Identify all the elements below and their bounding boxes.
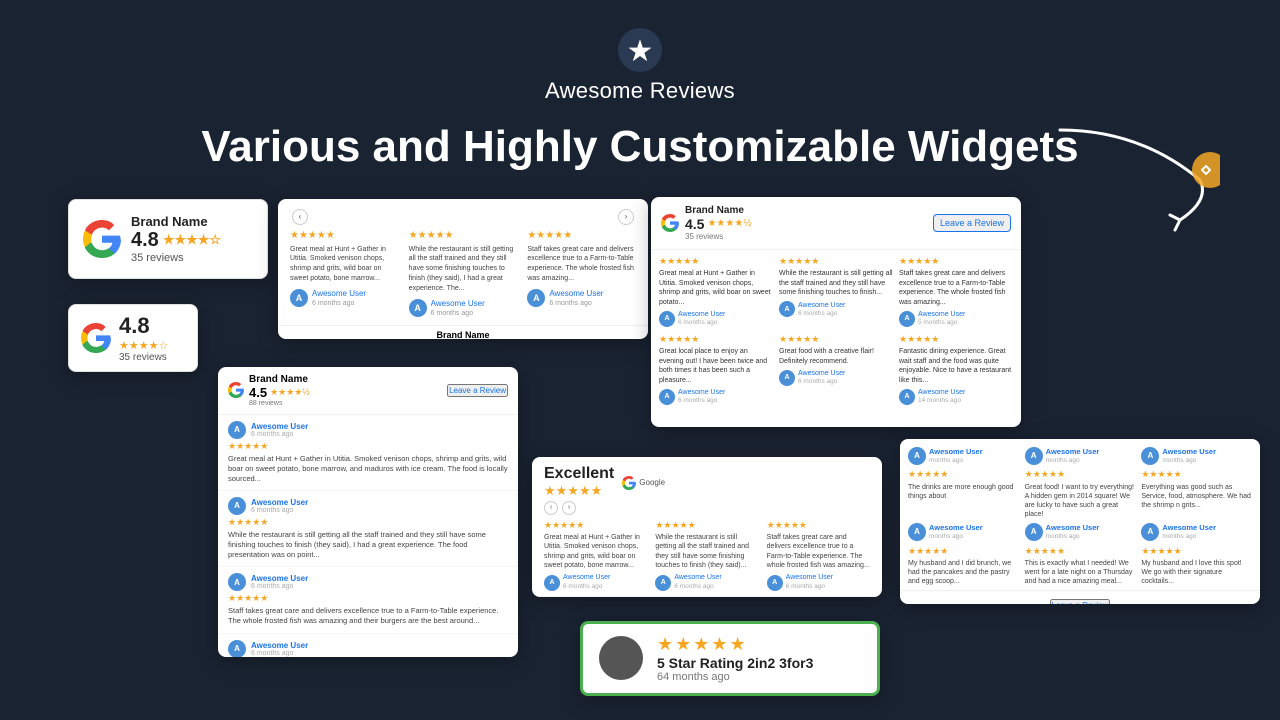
google-logo (83, 220, 121, 258)
carousel-inner: ‹ › ★★★★★ Great meal at Hunt + Gather in… (278, 199, 648, 325)
wide-review-3: A Awesome User months ago ★★★★★ My husba… (908, 523, 1019, 586)
single-info: ★★★★★ 5 Star Rating 2in2 3for3 64 months… (657, 634, 861, 683)
leave-review-btn[interactable]: Leave a Review (933, 214, 1011, 232)
user-name-0: Awesome User (312, 288, 366, 299)
horiz-google-logo (622, 476, 636, 490)
user-avatar-0: A (290, 289, 308, 307)
list-brand: Brand Name 4.5 ★★★★½ 88 reviews (228, 374, 310, 407)
user-time-0: 6 months ago (312, 299, 366, 309)
mini-rating-info: 4.8 ★★★★☆ 35 reviews (119, 313, 168, 363)
list-item-2: A Awesome User 6 months ago ★★★★★ Staff … (218, 567, 518, 633)
user-time-2: 6 months ago (549, 299, 603, 309)
user-name-2: Awesome User (549, 288, 603, 299)
user-avatar-2: A (527, 289, 545, 307)
single-avatar (599, 636, 643, 680)
carousel-nav: ‹ › (290, 209, 636, 225)
list-google-logo (228, 382, 244, 398)
mini-reviews: 35 reviews (119, 352, 168, 363)
grid-widget: Brand Name 4.5 ★★★★½ 35 reviews Leave a … (651, 197, 1021, 427)
list-avatar-3: A (228, 640, 246, 657)
wide-reviews-row2: A Awesome User months ago ★★★★★ My husba… (900, 523, 1260, 590)
grid-reviews: ★★★★★ Great meal at Hunt + Gather in Uti… (651, 250, 1021, 412)
horizontal-carousel-widget: Excellent ★★★★★ Google ‹ › (532, 457, 882, 597)
wide-review-2: A Awesome User months ago ★★★★★ Everythi… (1141, 447, 1252, 519)
grid-google-logo (661, 214, 679, 232)
widgets-area: Brand Name 4.8 ★★★★☆ 35 reviews 4.8 ★★★★… (0, 189, 1280, 669)
horiz-review-0: ★★★★★ Great meal at Hunt + Gather in Uti… (544, 519, 647, 592)
mini-badge-widget: 4.8 ★★★★☆ 35 reviews (68, 304, 198, 372)
horiz-prev[interactable]: ‹ (544, 501, 558, 515)
horiz-next[interactable]: › (562, 501, 576, 515)
brand-name: Brand Name (131, 214, 221, 229)
carousel-prev[interactable]: ‹ (292, 209, 308, 225)
list-header: Brand Name 4.5 ★★★★½ 88 reviews Leave a … (218, 367, 518, 415)
badge-rating: 4.8 ★★★★☆ (131, 229, 221, 252)
grid-review-5: ★★★★★ Fantastic dining experience. Great… (899, 334, 1013, 406)
review-text-1: While the restaurant is still getting al… (409, 245, 518, 294)
carousel-brand-name: Brand Name (282, 330, 644, 339)
review-user-2: A Awesome User 6 months ago (527, 288, 636, 309)
grid-review-1: ★★★★★ While the restaurant is still gett… (779, 256, 893, 328)
mini-stars: ★★★★☆ (119, 339, 168, 352)
wide-horizontal-widget: A Awesome User months ago ★★★★★ The drin… (900, 439, 1260, 604)
carousel-review-0: ★★★★★ Great meal at Hunt + Gather in Uti… (290, 229, 399, 319)
single-label: 5 Star Rating 2in2 3for3 (657, 655, 861, 671)
wide-review-1: A Awesome User months ago ★★★★★ Great fo… (1025, 447, 1136, 519)
mini-rating: 4.8 (119, 313, 168, 339)
carousel-next[interactable]: › (618, 209, 634, 225)
review-text-0: Great meal at Hunt + Gather in Utitia. S… (290, 245, 399, 284)
wide-reviews: A Awesome User months ago ★★★★★ The drin… (900, 439, 1260, 523)
grid-brand-info: Brand Name 4.5 ★★★★½ 35 reviews (661, 205, 752, 241)
single-stars: ★★★★★ (657, 634, 861, 655)
carousel-review-1: ★★★★★ While the restaurant is still gett… (409, 229, 518, 319)
review-stars-0: ★★★★★ (290, 229, 399, 243)
header: Awesome Reviews (0, 0, 1280, 104)
review-stars-1: ★★★★★ (409, 229, 518, 243)
list-leave-review-btn[interactable]: Leave a Review (447, 384, 508, 397)
list-avatar-0: A (228, 421, 246, 439)
badge-stars: ★★★★☆ (163, 232, 221, 248)
grid-review-4: ★★★★★ Great food with a creative flair! … (779, 334, 893, 406)
list-avatar-2: A (228, 573, 246, 591)
badge-reviews: 35 reviews (131, 252, 221, 264)
horiz-review-1: ★★★★★ While the restaurant is still gett… (655, 519, 758, 592)
brand-badge-widget: Brand Name 4.8 ★★★★☆ 35 reviews (68, 199, 268, 279)
list-item-3: A Awesome User 6 months ago ★★★★ Great l… (218, 634, 518, 657)
horiz-review-2: ★★★★★ Staff takes great care and deliver… (767, 519, 870, 592)
wide-review-5: A Awesome User months ago ★★★★★ My husba… (1141, 523, 1252, 586)
grid-review-0: ★★★★★ Great meal at Hunt + Gather in Uti… (659, 256, 773, 328)
single-time: 64 months ago (657, 671, 861, 683)
review-text-2: Staff takes great care and delivers exce… (527, 245, 636, 284)
app-title: Awesome Reviews (545, 78, 735, 104)
star-icon (618, 28, 662, 72)
wide-footer: Leave a Review (900, 590, 1260, 603)
grid-brand-name: Brand Name 4.5 ★★★★½ 35 reviews (685, 205, 752, 241)
wide-leave-review-btn[interactable]: Leave a Review (1050, 599, 1111, 603)
carousel-reviews: ★★★★★ Great meal at Hunt + Gather in Uti… (290, 229, 636, 319)
mini-google-logo (81, 323, 111, 353)
list-item-0: A Awesome User 6 months ago ★★★★★ Great … (218, 415, 518, 491)
grid-header: Brand Name 4.5 ★★★★½ 35 reviews Leave a … (651, 197, 1021, 250)
wide-review-0: A Awesome User months ago ★★★★★ The drin… (908, 447, 1019, 519)
user-time-1: 6 months ago (431, 309, 485, 319)
wide-review-4: A Awesome User months ago ★★★★★ This is … (1025, 523, 1136, 586)
grid-review-2: ★★★★★ Staff takes great care and deliver… (899, 256, 1013, 328)
horiz-header: Excellent ★★★★★ Google ‹ › (532, 457, 882, 519)
list-widget: Brand Name 4.5 ★★★★½ 88 reviews Leave a … (218, 367, 518, 657)
review-user-1: A Awesome User 6 months ago (409, 298, 518, 319)
grid-review-3: ★★★★★ Great local place to enjoy an even… (659, 334, 773, 406)
list-avatar-1: A (228, 497, 246, 515)
single-review-widget: ★★★★★ 5 Star Rating 2in2 3for3 64 months… (580, 621, 880, 696)
review-stars-2: ★★★★★ (527, 229, 636, 243)
horiz-reviews: ★★★★★ Great meal at Hunt + Gather in Uti… (532, 519, 882, 592)
user-name-1: Awesome User (431, 298, 485, 309)
carousel-footer: Brand Name ★★★★★ 108 reviews powered by … (278, 325, 648, 339)
carousel-widget: ‹ › ★★★★★ Great meal at Hunt + Gather in… (278, 199, 648, 339)
carousel-review-2: ★★★★★ Staff takes great care and deliver… (527, 229, 636, 319)
user-avatar-1: A (409, 299, 427, 317)
horiz-footer: Leave a Review (532, 596, 882, 597)
review-user-0: A Awesome User 6 months ago (290, 288, 399, 309)
list-item-1: A Awesome User 6 months ago ★★★★★ While … (218, 491, 518, 567)
badge-info: Brand Name 4.8 ★★★★☆ 35 reviews (131, 214, 221, 264)
